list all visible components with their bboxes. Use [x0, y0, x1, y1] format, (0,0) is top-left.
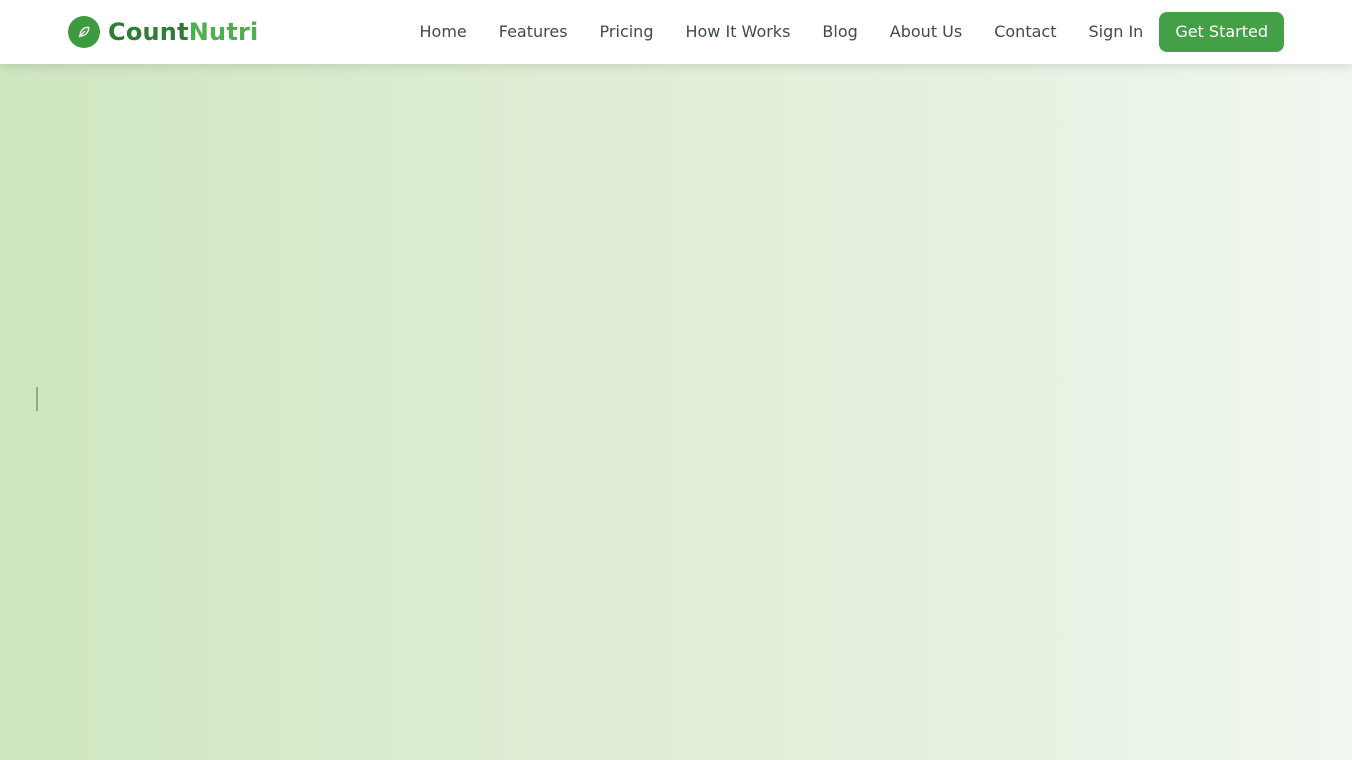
brand-name-part-2: Nutri [188, 18, 259, 46]
brand-logo-link[interactable]: CountNutri [68, 16, 258, 48]
text-cursor [36, 387, 38, 411]
leaf-icon [68, 16, 100, 48]
nav-link-how-it-works[interactable]: How It Works [685, 12, 790, 52]
nav-link-pricing[interactable]: Pricing [600, 12, 654, 52]
nav-link-blog[interactable]: Blog [822, 12, 857, 52]
nav-link-about-us[interactable]: About Us [890, 12, 962, 52]
nav-links: Home Features Pricing How It Works Blog … [420, 12, 1284, 52]
nav-link-home[interactable]: Home [420, 12, 467, 52]
brand-name-part-1: Count [108, 18, 189, 46]
nav-link-contact[interactable]: Contact [994, 12, 1056, 52]
sign-in-link[interactable]: Sign In [1088, 12, 1143, 52]
get-started-button[interactable]: Get Started [1159, 12, 1284, 52]
hero-section [0, 0, 1352, 760]
top-navbar: CountNutri Home Features Pricing How It … [0, 0, 1352, 64]
brand-name: CountNutri [108, 16, 258, 48]
nav-link-features[interactable]: Features [499, 12, 568, 52]
